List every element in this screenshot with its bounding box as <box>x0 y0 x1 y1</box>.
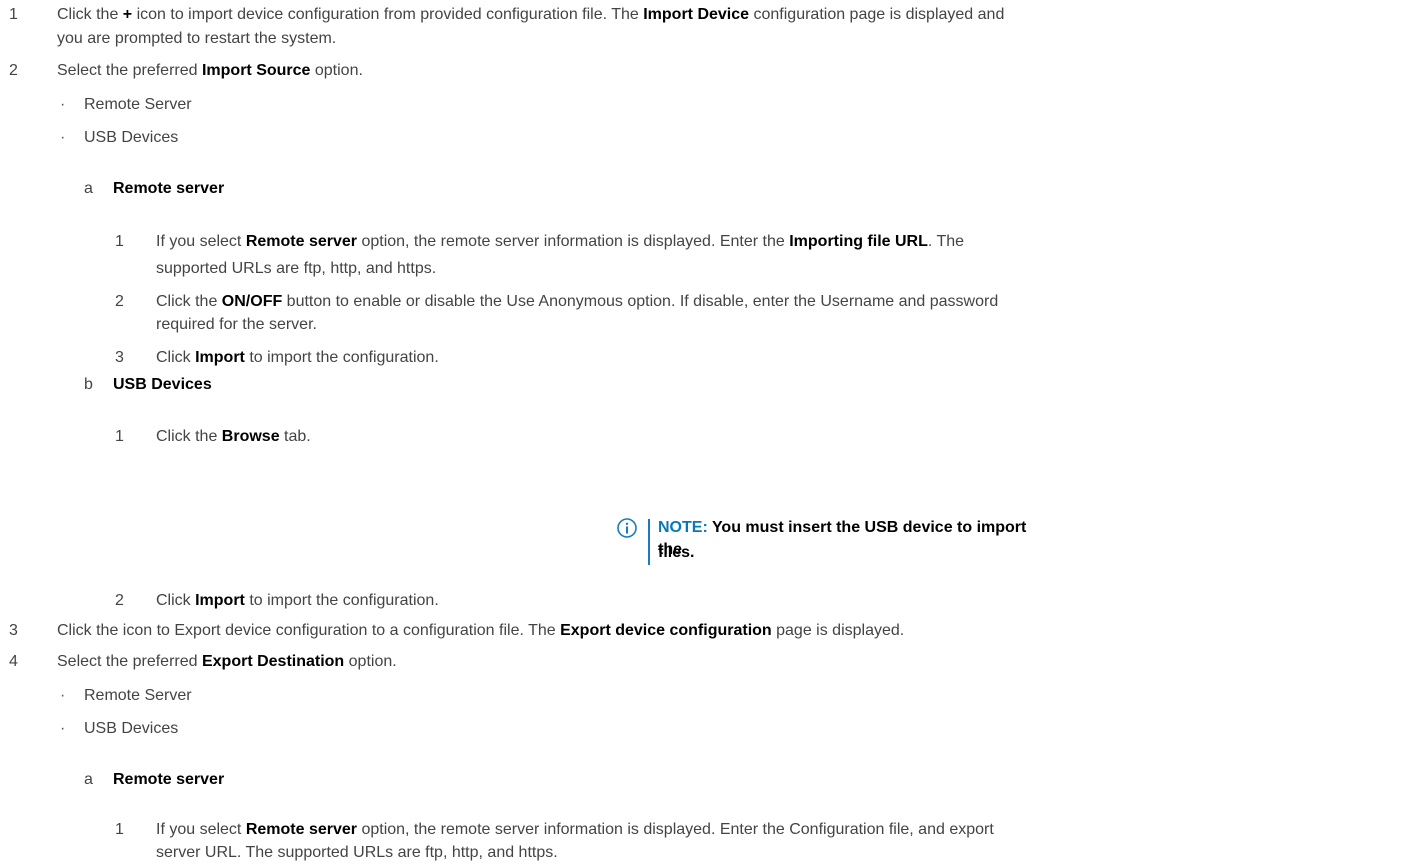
substep-letter: b <box>84 376 93 393</box>
substep-title: Remote server <box>113 771 225 788</box>
substep-text: Click the Browse tab. <box>156 428 311 445</box>
step-number: 4 <box>9 653 18 670</box>
bullet-icon: · <box>60 720 66 737</box>
substep-text: Click Import to import the configuration… <box>156 592 439 609</box>
step-number: 1 <box>9 6 18 23</box>
list-item: USB Devices <box>84 129 179 146</box>
substep-text-line2: required for the server. <box>156 316 317 333</box>
bullet-icon: · <box>60 687 66 704</box>
step-4-text: Select the preferred Export Destination … <box>57 653 397 670</box>
substep-letter: a <box>84 771 93 788</box>
note-text-line2: files. <box>658 544 695 561</box>
step-1-text-line2: you are prompted to restart the system. <box>57 30 337 47</box>
bullet-icon: · <box>60 129 66 146</box>
substep-title: USB Devices <box>113 376 212 393</box>
substep-text-line1: Click the ON/OFF button to enable or dis… <box>156 293 999 310</box>
step-2-text: Select the preferred Import Source optio… <box>57 62 363 79</box>
step-number: 1 <box>115 821 124 838</box>
substep-text: Click Import to import the configuration… <box>156 349 439 366</box>
plus-icon: + <box>122 6 133 23</box>
substep-title: Remote server <box>113 180 225 197</box>
substep-text-line2: supported URLs are ftp, http, and https. <box>156 260 437 277</box>
substep-text-line1: If you select Remote server option, the … <box>156 233 965 250</box>
substep-text-line2: server URL. The supported URLs are ftp, … <box>156 844 558 861</box>
step-number: 1 <box>115 428 124 445</box>
info-circle-icon <box>616 517 638 544</box>
list-item: USB Devices <box>84 720 179 737</box>
substep-letter: a <box>84 180 93 197</box>
step-3-text: Click the icon to Export device configur… <box>57 622 905 639</box>
list-item: Remote Server <box>84 687 192 704</box>
substep-text-line1: If you select Remote server option, the … <box>156 821 994 838</box>
note-divider <box>648 519 650 565</box>
step-number: 3 <box>115 349 124 366</box>
step-number: 2 <box>115 592 124 609</box>
bullet-icon: · <box>60 96 66 113</box>
step-number: 3 <box>9 622 18 639</box>
step-number: 2 <box>115 293 124 310</box>
list-item: Remote Server <box>84 96 192 113</box>
step-1-text-line1: Click the + icon to import device config… <box>57 6 1005 23</box>
step-number: 1 <box>115 233 124 250</box>
step-number: 2 <box>9 62 18 79</box>
